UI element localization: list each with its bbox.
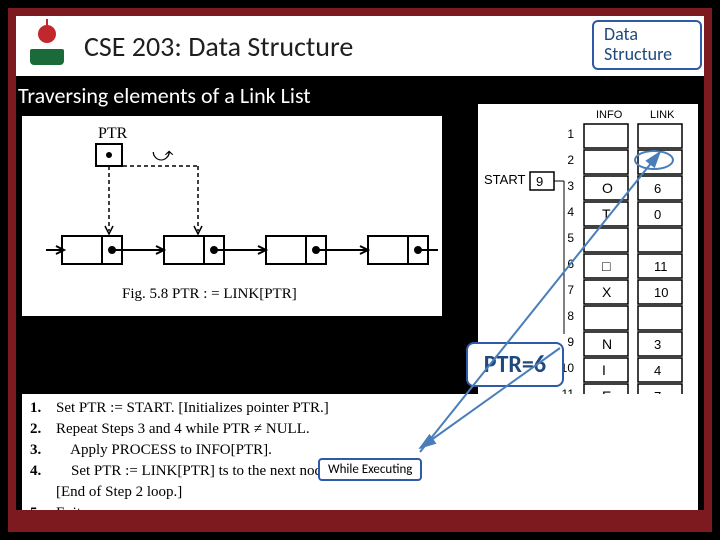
svg-text:6: 6 [567,257,574,271]
algo-step-text: Set PTR := START. [Initializes pointer P… [56,398,329,419]
algorithm-box: 1.Set PTR := START. [Initializes pointer… [22,394,698,514]
svg-text:5: 5 [567,231,574,245]
ptr-text: PTR [98,125,128,142]
algo-step-number: 2. [30,419,56,440]
svg-text:I: I [602,362,606,378]
while-executing-label: While Executing [318,458,422,481]
svg-text:0: 0 [654,207,661,222]
slide-header: CSE 203: Data Structure Data Structure [16,16,704,76]
svg-text:2: 2 [567,153,574,167]
svg-text:X: X [602,284,612,300]
figure-caption: Fig. 5.8 PTR : = LINK[PTR] [122,286,297,302]
course-title: CSE 203: Data Structure [84,29,353,64]
algo-step-number: 1. [30,398,56,419]
algo-step-number: 3. [30,440,56,461]
footer-band [16,510,704,524]
algo-step-number: 4. [30,461,56,482]
svg-text:8: 8 [567,309,574,323]
svg-text:INFO: INFO [596,109,623,121]
figure-ptr-diagram: PTR ⤻ Fig. 5.8 PTR : = LINK[PTR] [22,116,442,316]
svg-text:LINK: LINK [650,109,675,121]
svg-text:N: N [602,336,612,352]
algo-step-text: Apply PROCESS to INFO[PTR]. [56,440,272,461]
svg-text:□: □ [602,258,611,274]
ptr-value-callout: PTR=6 [466,342,564,387]
svg-text:O: O [602,180,613,196]
svg-text:1: 1 [567,127,574,141]
svg-text:11: 11 [654,259,668,274]
svg-text:3: 3 [654,337,661,352]
highlight-oval-icon [634,150,674,170]
algo-step-text: Set PTR := LINK[PTR] ts to the next node… [56,461,337,482]
university-logo-icon [22,21,72,71]
algo-step-text: [End of Step 2 loop.] [56,482,182,503]
slide-subtitle: Traversing elements of a Link List [16,82,311,109]
svg-text:9: 9 [536,174,543,189]
svg-text:10: 10 [654,285,668,300]
svg-text:4: 4 [654,363,661,378]
svg-text:T: T [602,206,611,222]
svg-text:4: 4 [567,205,574,219]
svg-text:6: 6 [654,181,661,196]
svg-text:START: START [484,172,525,187]
algo-step-number [30,482,56,503]
svg-text:7: 7 [567,283,574,297]
badge-line2: Structure [604,45,672,65]
svg-text:3: 3 [567,179,574,193]
svg-text:⤻: ⤻ [152,144,174,166]
badge-data-structure: Data Structure [592,20,702,70]
algo-step-text: Repeat Steps 3 and 4 while PTR ≠ NULL. [56,419,310,440]
svg-text:9: 9 [567,335,574,349]
